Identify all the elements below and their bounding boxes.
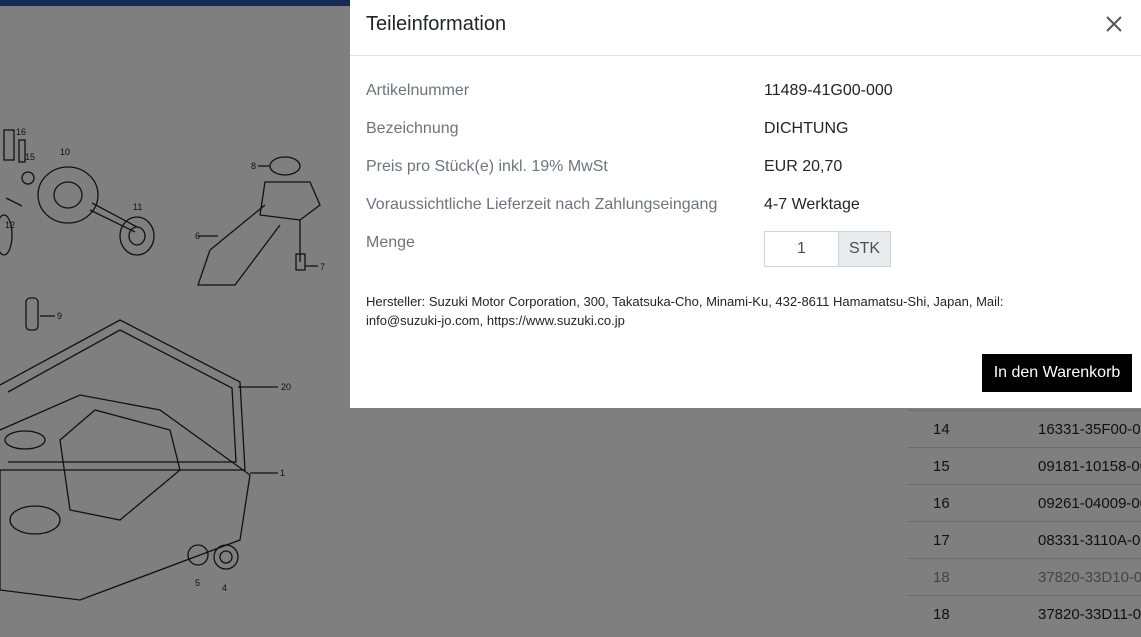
quantity-label: Menge — [366, 234, 415, 251]
article-number-label: Artikelnummer — [366, 82, 470, 99]
price-value: EUR 20,70 — [764, 158, 843, 175]
quantity-input[interactable] — [764, 231, 839, 267]
modal-title: Teileinformation — [366, 13, 507, 35]
quantity-unit: STK — [839, 231, 891, 267]
designation-label: Bezeichnung — [366, 120, 459, 137]
add-to-cart-button[interactable]: In den Warenkorb — [982, 354, 1132, 392]
quantity-group: STK — [764, 231, 891, 267]
delivery-label: Voraussichtliche Lieferzeit nach Zahlung… — [366, 196, 718, 213]
manufacturer-info: Hersteller: Suzuki Motor Corporation, 30… — [366, 294, 1004, 328]
price-label: Preis pro Stück(e) inkl. 19% MwSt — [366, 158, 608, 175]
part-info-modal: Teileinformation Artikelnummer 11489-41G… — [350, 0, 1141, 408]
close-button[interactable] — [1101, 11, 1127, 37]
designation-value: DICHTUNG — [764, 120, 849, 137]
article-number-value: 11489-41G00-000 — [764, 82, 893, 99]
modal-header: Teileinformation — [350, 0, 1141, 56]
close-icon — [1106, 16, 1122, 32]
delivery-value: 4-7 Werktage — [764, 196, 860, 213]
